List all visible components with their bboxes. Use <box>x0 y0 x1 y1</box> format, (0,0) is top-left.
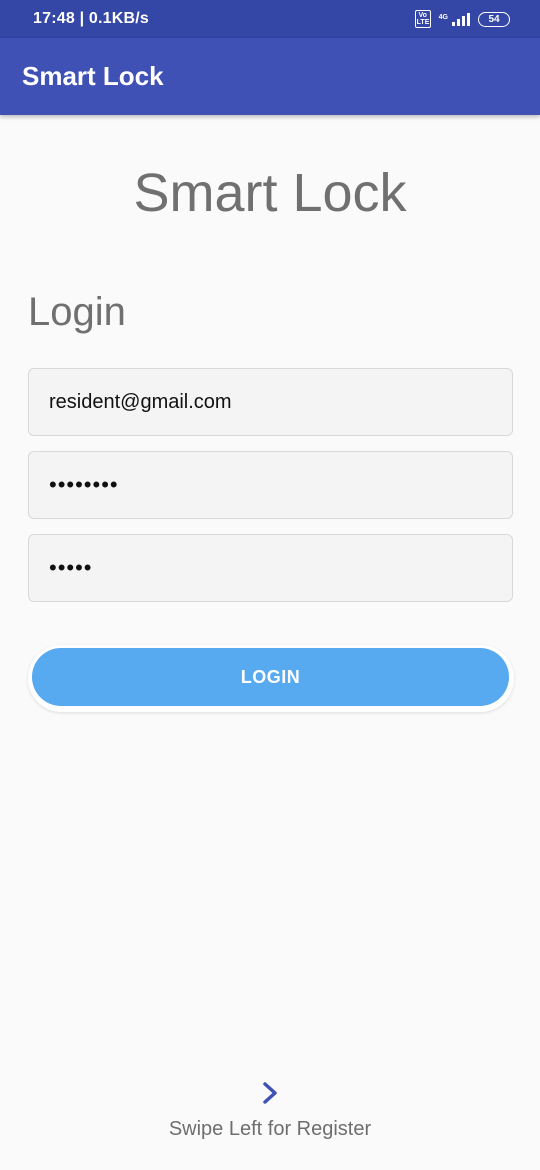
password-input[interactable] <box>49 472 512 498</box>
status-icons: Vo LTE 4G 54 <box>414 10 510 28</box>
network-type: 4G <box>438 14 448 21</box>
email-input[interactable] <box>49 390 512 414</box>
battery-icon: 54 <box>478 11 510 27</box>
chevron-right-icon[interactable] <box>258 1080 282 1106</box>
pin-field[interactable] <box>28 534 513 602</box>
brand-title: Smart Lock <box>133 163 407 223</box>
status-bar: 17:48 | 0.1KB/s Vo LTE 4G 54 <box>0 0 540 38</box>
swipe-hint: Swipe Left for Register <box>168 1118 372 1140</box>
volte-icon: Vo LTE <box>414 10 431 28</box>
login-heading: Login <box>28 290 126 334</box>
email-field[interactable] <box>28 368 513 436</box>
login-button-container: LOGIN <box>28 645 514 712</box>
app-title: Smart Lock <box>22 61 164 91</box>
login-button[interactable]: LOGIN <box>32 648 509 706</box>
password-field[interactable] <box>28 451 513 519</box>
app-bar: Smart Lock <box>0 38 540 115</box>
pin-input[interactable] <box>49 555 512 581</box>
status-time-speed: 17:48 | 0.1KB/s <box>33 10 149 27</box>
signal-icon <box>452 12 470 26</box>
